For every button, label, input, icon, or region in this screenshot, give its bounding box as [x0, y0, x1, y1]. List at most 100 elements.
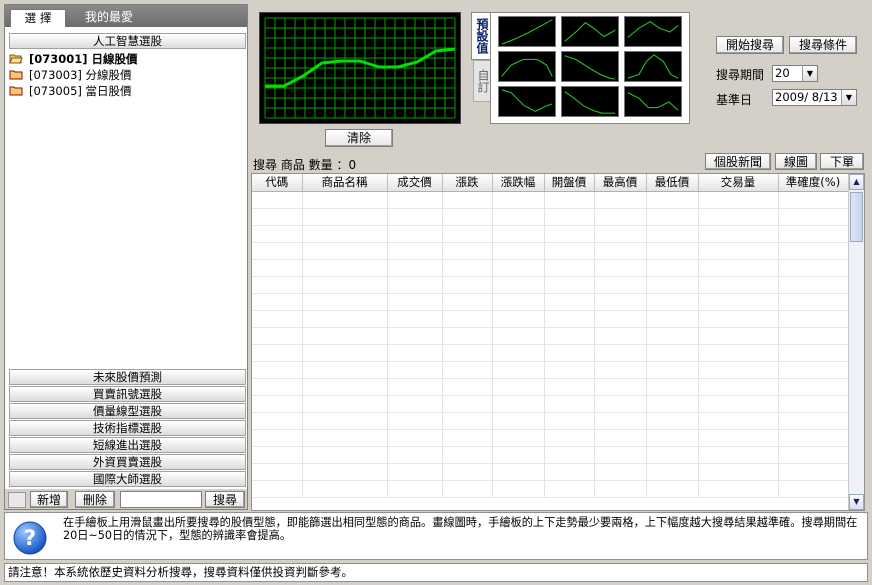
table-cell[interactable]	[778, 378, 849, 396]
table-cell[interactable]	[442, 327, 493, 345]
table-cell[interactable]	[594, 293, 647, 311]
table-cell[interactable]	[646, 446, 699, 464]
column-header[interactable]: 最高價	[594, 174, 647, 192]
table-cell[interactable]	[698, 378, 779, 396]
table-cell[interactable]	[442, 412, 493, 430]
table-cell[interactable]	[387, 361, 443, 379]
table-cell[interactable]	[594, 378, 647, 396]
table-cell[interactable]	[646, 327, 699, 345]
table-cell[interactable]	[252, 429, 303, 447]
table-cell[interactable]	[387, 276, 443, 294]
vertical-scrollbar[interactable]: ▲ ▼	[848, 174, 864, 510]
table-row[interactable]	[252, 242, 849, 260]
sidebar-search-input[interactable]	[120, 491, 202, 508]
preset-pattern-1[interactable]	[498, 16, 556, 47]
delete-button[interactable]: 刪除	[75, 491, 115, 508]
table-cell[interactable]	[387, 395, 443, 413]
table-cell[interactable]	[698, 225, 779, 243]
table-cell[interactable]	[442, 463, 493, 481]
table-cell[interactable]	[492, 480, 545, 498]
table-cell[interactable]	[544, 480, 595, 498]
table-cell[interactable]	[544, 327, 595, 345]
table-cell[interactable]	[302, 242, 388, 260]
chart-button[interactable]: 線圖	[775, 153, 817, 170]
sketch-pad-svg[interactable]	[260, 13, 460, 123]
table-cell[interactable]	[387, 480, 443, 498]
table-cell[interactable]	[492, 378, 545, 396]
table-cell[interactable]	[442, 225, 493, 243]
search-criteria-button[interactable]: 搜尋條件	[789, 36, 857, 54]
table-cell[interactable]	[778, 310, 849, 328]
table-cell[interactable]	[387, 378, 443, 396]
table-cell[interactable]	[646, 293, 699, 311]
chevron-down-icon[interactable]: ▼	[841, 90, 856, 105]
table-cell[interactable]	[544, 310, 595, 328]
table-cell[interactable]	[646, 378, 699, 396]
table-cell[interactable]	[594, 361, 647, 379]
table-row[interactable]	[252, 225, 849, 243]
table-cell[interactable]	[302, 378, 388, 396]
table-cell[interactable]	[698, 395, 779, 413]
preset-pattern-8[interactable]	[561, 86, 619, 117]
section-price-volume[interactable]: 價量線型選股	[9, 403, 246, 419]
column-header[interactable]: 開盤價	[544, 174, 595, 192]
table-cell[interactable]	[442, 378, 493, 396]
section-buy-sell-signal[interactable]: 買賣訊號選股	[9, 386, 246, 402]
table-cell[interactable]	[442, 446, 493, 464]
table-cell[interactable]	[442, 242, 493, 260]
table-cell[interactable]	[594, 344, 647, 362]
table-cell[interactable]	[544, 344, 595, 362]
table-cell[interactable]	[594, 208, 647, 226]
table-cell[interactable]	[492, 310, 545, 328]
table-cell[interactable]	[442, 361, 493, 379]
scroll-thumb[interactable]	[850, 192, 863, 242]
table-cell[interactable]	[492, 344, 545, 362]
table-cell[interactable]	[252, 480, 303, 498]
table-cell[interactable]	[302, 480, 388, 498]
table-cell[interactable]	[698, 208, 779, 226]
column-header[interactable]: 最低價	[646, 174, 699, 192]
table-cell[interactable]	[492, 361, 545, 379]
preset-pattern-5[interactable]	[561, 51, 619, 82]
table-cell[interactable]	[778, 225, 849, 243]
section-foreign[interactable]: 外資買賣選股	[9, 454, 246, 470]
tree-item-minute[interactable]: [073003] 分線股價	[9, 67, 132, 83]
table-row[interactable]	[252, 191, 849, 209]
preset-pattern-4[interactable]	[498, 51, 556, 82]
chevron-down-icon[interactable]: ▼	[802, 66, 817, 81]
table-cell[interactable]	[252, 361, 303, 379]
table-cell[interactable]	[778, 242, 849, 260]
table-cell[interactable]	[442, 480, 493, 498]
table-row[interactable]	[252, 429, 849, 447]
table-cell[interactable]	[594, 225, 647, 243]
table-cell[interactable]	[492, 208, 545, 226]
table-row[interactable]	[252, 378, 849, 396]
table-cell[interactable]	[778, 463, 849, 481]
table-cell[interactable]	[492, 395, 545, 413]
table-cell[interactable]	[698, 480, 779, 498]
table-cell[interactable]	[778, 276, 849, 294]
table-cell[interactable]	[387, 310, 443, 328]
table-cell[interactable]	[778, 395, 849, 413]
table-cell[interactable]	[387, 242, 443, 260]
table-cell[interactable]	[544, 412, 595, 430]
table-cell[interactable]	[594, 412, 647, 430]
table-cell[interactable]	[778, 327, 849, 345]
table-row[interactable]	[252, 276, 849, 294]
table-cell[interactable]	[302, 446, 388, 464]
table-cell[interactable]	[302, 395, 388, 413]
section-future-price[interactable]: 未來股價預測	[9, 369, 246, 385]
column-header[interactable]: 交易量	[698, 174, 779, 192]
table-cell[interactable]	[698, 361, 779, 379]
table-cell[interactable]	[698, 310, 779, 328]
table-cell[interactable]	[778, 412, 849, 430]
table-cell[interactable]	[442, 429, 493, 447]
table-cell[interactable]	[544, 378, 595, 396]
table-cell[interactable]	[442, 276, 493, 294]
clear-button[interactable]: 清除	[325, 129, 393, 147]
table-cell[interactable]	[698, 429, 779, 447]
table-cell[interactable]	[252, 259, 303, 277]
table-cell[interactable]	[492, 191, 545, 209]
table-cell[interactable]	[302, 463, 388, 481]
table-cell[interactable]	[646, 463, 699, 481]
